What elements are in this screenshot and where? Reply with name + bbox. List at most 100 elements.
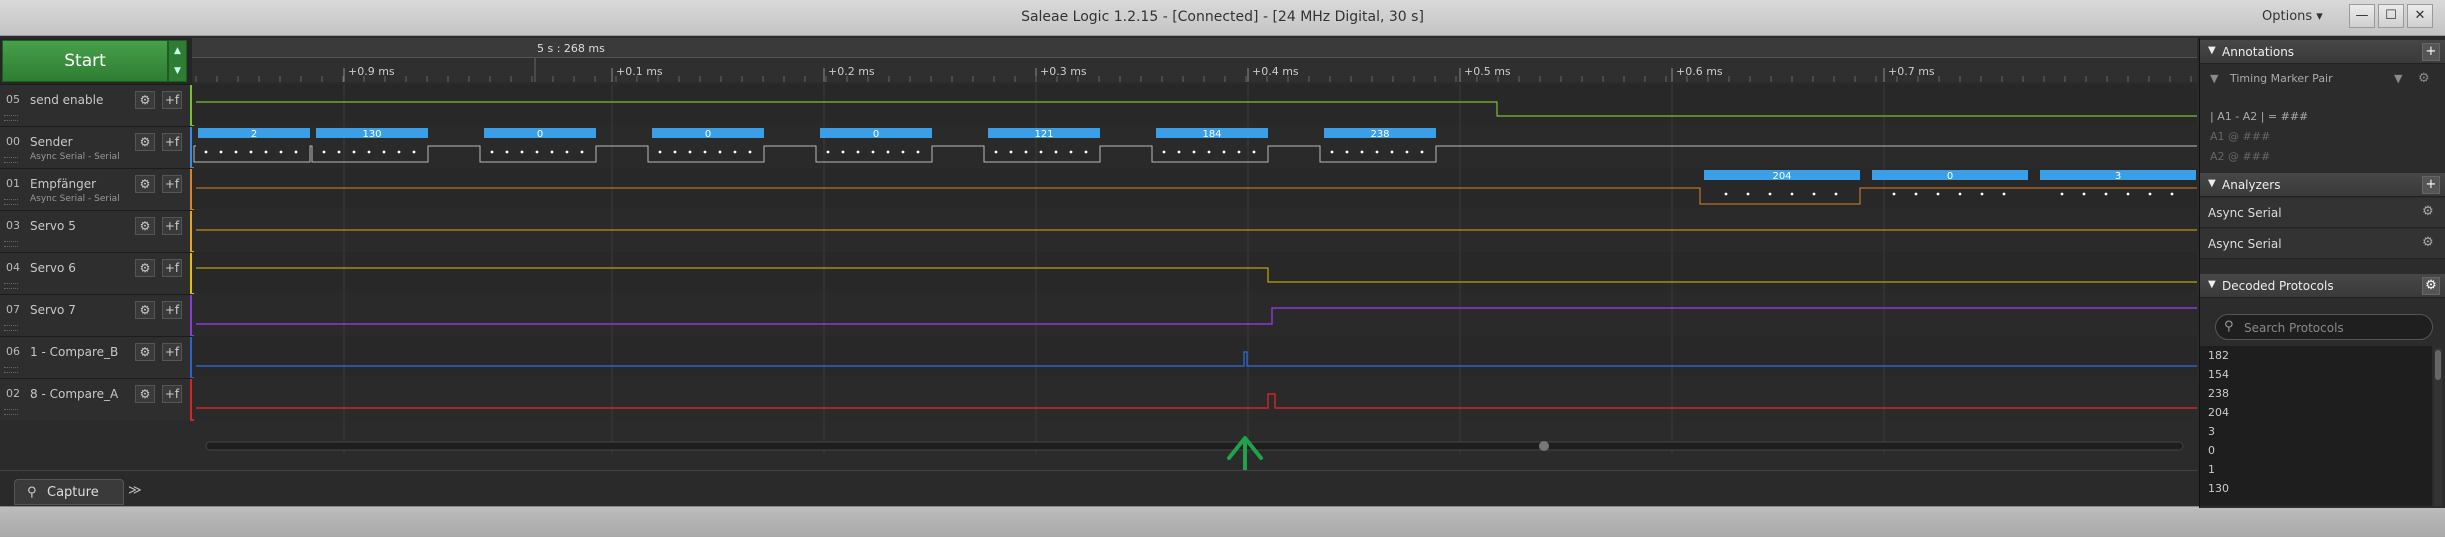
add-analyzer-button[interactable]: + [2422,176,2440,194]
drag-handle-icon[interactable] [4,409,18,415]
channel-row[interactable]: 07 Servo 7 ⚙ +f [0,294,194,337]
close-icon[interactable]: ✕ [2407,4,2433,28]
analyzer-item[interactable]: Async Serial ⚙ [2200,229,2445,259]
add-analyzer-icon[interactable]: +f [162,175,182,193]
list-item[interactable]: 182 [2200,346,2432,365]
channel-name[interactable]: 8 - Compare_A [30,387,118,401]
waveform-area[interactable]: 5 s : 268 ms +0.9 ms +0.1 ms +0.2 ms +0.3 m… [192,38,2197,454]
minimize-icon[interactable]: — [2349,4,2375,28]
channel-name[interactable]: send enable [30,93,103,107]
drag-handle-icon[interactable] [4,199,18,205]
gear-icon[interactable]: ⚙ [135,301,155,319]
gear-icon[interactable]: ⚙ [135,259,155,277]
gear-icon[interactable]: ⚙ [135,133,155,151]
channel-name[interactable]: 1 - Compare_B [30,345,118,359]
bit-dot [748,150,752,154]
capture-tab[interactable]: ⚲ Capture [14,479,124,505]
collapse-icon[interactable]: ▼ [2208,279,2216,290]
drag-handle-icon[interactable] [4,241,18,247]
gear-icon[interactable]: ⚙ [135,343,155,361]
channel-name[interactable]: Sender [30,135,73,149]
drag-handle-icon[interactable] [4,157,18,163]
gear-icon[interactable]: ⚙ [2422,277,2440,295]
options-menu[interactable]: Options ▾ [2262,9,2323,24]
byte-label: 121 [1034,129,1053,140]
channel-row[interactable]: 03 Servo 5 ⚙ +f [0,210,194,253]
bit-dot [856,150,860,154]
decoded-protocols-list: 182 154 238 204 3 0 1 130 [2200,346,2432,506]
a2-readout: A2 @ ### [2210,150,2271,163]
channel-row[interactable]: 01 Empfänger Async Serial - Serial ⚙ +f [0,168,194,211]
analyzers-title: Analyzers [2222,178,2281,192]
drag-handle-icon[interactable] [4,115,18,121]
channel-number: 06 [6,345,20,358]
list-item[interactable]: 3 [2200,422,2432,441]
add-analyzer-icon[interactable]: +f [162,259,182,277]
bit-dot [1177,150,1181,154]
channel-name[interactable]: Servo 5 [30,219,76,233]
channel-row[interactable]: 06 1 - Compare_B ⚙ +f [0,336,194,379]
decoded-protocols-header[interactable]: ▼ Decoded Protocols ⚙ [2200,274,2445,298]
expand-tabs-button[interactable]: ≫ [128,483,142,498]
list-item[interactable]: 0 [2200,441,2432,460]
annotations-title: Annotations [2222,45,2295,59]
start-button[interactable]: Start [2,40,168,82]
list-item[interactable]: 238 [2200,384,2432,403]
add-analyzer-icon[interactable]: +f [162,217,182,235]
gear-icon[interactable]: ⚙ [135,175,155,193]
channel-row[interactable]: 02 8 - Compare_A ⚙ +f [0,378,194,421]
add-analyzer-icon[interactable]: +f [162,91,182,109]
bit-dot [658,150,662,154]
gear-icon[interactable]: ⚙ [2418,71,2430,86]
add-analyzer-icon[interactable]: +f [162,133,182,151]
byte-label: 238 [1370,129,1389,140]
add-analyzer-icon[interactable]: +f [162,385,182,403]
add-annotation-button[interactable]: + [2422,43,2440,61]
tick-label: +0.1 ms [616,65,663,78]
bit-dot [871,150,875,154]
maximize-icon[interactable]: ☐ [2378,4,2404,28]
search-protocols-input[interactable] [2244,319,2424,336]
channel-lane [192,294,2197,335]
channel-number: 03 [6,219,20,232]
bit-dot [2148,192,2152,196]
gear-icon[interactable]: ⚙ [135,217,155,235]
drag-handle-icon[interactable] [4,325,18,331]
add-analyzer-icon[interactable]: +f [162,301,182,319]
channel-row[interactable]: 00 Sender Async Serial - Serial ⚙ +f [0,126,194,169]
channel-name[interactable]: Servo 6 [30,261,76,275]
gear-icon[interactable]: ⚙ [2422,235,2434,250]
gear-icon[interactable]: ⚙ [135,385,155,403]
drag-handle-icon[interactable] [4,367,18,373]
channel-name[interactable]: Servo 7 [30,303,76,317]
gear-icon[interactable]: ⚙ [2422,204,2434,219]
start-options-arrows[interactable]: ▲ ▼ [168,40,187,82]
bit-dot [505,150,509,154]
list-item[interactable]: 204 [2200,403,2432,422]
bit-dot [234,150,238,154]
collapse-icon[interactable]: ▼ [2208,178,2216,189]
a1-readout: A1 @ ### [2210,130,2271,143]
byte-label: 0 [1947,171,1953,182]
waveform-canvas[interactable]: +0.9 ms +0.1 ms +0.2 ms +0.3 ms +0.4 ms +0.5 … [192,38,2197,454]
bit-dot [1834,192,1838,196]
channel-row[interactable]: 04 Servo 6 ⚙ +f [0,252,194,295]
add-analyzer-icon[interactable]: +f [162,343,182,361]
channel-number: 04 [6,261,20,274]
analyzer-item[interactable]: Async Serial ⚙ [2200,198,2445,228]
protocols-scrollbar[interactable] [2434,348,2442,506]
list-item[interactable]: 1 [2200,460,2432,479]
channel-row[interactable]: 05 send enable ⚙ +f [0,84,194,127]
marker-dropdown-icon[interactable]: ▼ [2394,72,2402,85]
channel-name[interactable]: Empfänger [30,177,96,191]
analyzers-header[interactable]: ▼ Analyzers + [2200,173,2445,197]
list-item[interactable]: 130 [2200,479,2432,498]
drag-handle-icon[interactable] [4,283,18,289]
annotations-header[interactable]: ▼ Annotations + [2200,40,2445,64]
bit-dot [703,150,707,154]
gear-icon[interactable]: ⚙ [135,91,155,109]
bit-dot [337,150,341,154]
collapse-icon[interactable]: ▼ [2208,45,2216,56]
list-item[interactable]: 154 [2200,365,2432,384]
tick-label: +0.9 ms [348,65,395,78]
